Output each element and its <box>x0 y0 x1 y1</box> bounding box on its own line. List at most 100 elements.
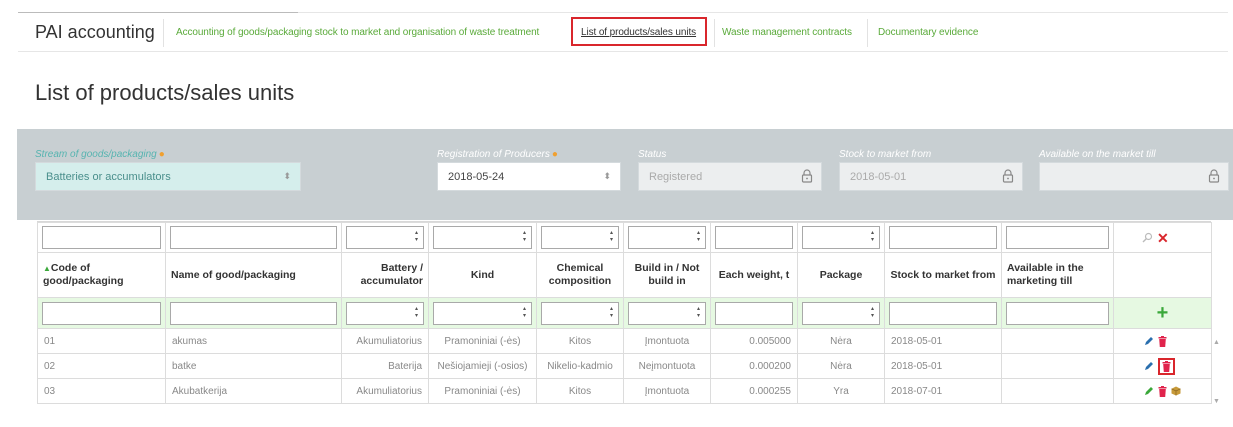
registration-label: Registration of Producers ● <box>437 149 558 160</box>
cell-weight: 0.000255 <box>710 378 798 404</box>
filter-available-input[interactable] <box>1006 226 1109 249</box>
column-header-weight[interactable]: Each weight, t <box>710 252 798 298</box>
nav-separator <box>163 19 164 47</box>
cell-chemical: Kitos <box>536 328 624 354</box>
cell-kind: Pramoniniai (-ės) <box>428 378 537 404</box>
products-table: ✕ ▲Code of good/packaging Name of good/p… <box>37 221 1212 415</box>
app-brand[interactable]: PAI accounting <box>35 22 155 43</box>
filter-stock-from-input[interactable] <box>889 226 997 249</box>
new-weight-input[interactable] <box>715 301 793 325</box>
column-header-package[interactable]: Package <box>797 252 885 298</box>
lock-icon <box>1208 169 1220 183</box>
pencil-icon[interactable] <box>1144 336 1154 346</box>
package-icon[interactable] <box>1171 386 1181 396</box>
cell-stock-from: 2018-05-01 <box>884 328 1002 354</box>
add-row-button[interactable]: + <box>1118 303 1207 323</box>
filter-buildin-select[interactable] <box>628 226 706 249</box>
pencil-icon[interactable] <box>1144 386 1154 396</box>
trash-icon[interactable] <box>1162 360 1171 372</box>
nav-separator <box>714 19 715 47</box>
cell-buildin: Įmontuota <box>623 328 711 354</box>
cell-package: Nėra <box>797 328 885 354</box>
select-caret-icon: ⬍ <box>603 171 611 181</box>
new-chemical-select[interactable] <box>541 301 619 325</box>
cell-package: Yra <box>797 378 885 404</box>
stream-label: Stream of goods/packaging ● <box>35 149 165 160</box>
scroll-up-arrow[interactable]: ▲ <box>1213 339 1220 346</box>
add-row: + <box>37 297 1212 329</box>
filter-kind-select[interactable] <box>433 226 532 249</box>
new-name-input[interactable] <box>170 301 337 325</box>
cell-name: akumas <box>165 328 342 354</box>
cell-code: 01 <box>37 328 166 354</box>
cell-code: 03 <box>37 378 166 404</box>
nav-link-evidence[interactable]: Documentary evidence <box>878 27 978 38</box>
cell-buildin: Įmontuota <box>623 378 711 404</box>
filter-battery-select[interactable] <box>346 226 424 249</box>
lock-icon <box>801 169 813 183</box>
column-header-buildin[interactable]: Build in / Not build in <box>623 252 711 298</box>
column-header-battery[interactable]: Battery / accumulator <box>341 252 429 298</box>
stock-from-field: 2018-05-01 <box>839 162 1023 191</box>
available-till-field <box>1039 162 1229 191</box>
delete-highlight <box>1158 357 1175 375</box>
cell-battery: Akumuliatorius <box>341 378 429 404</box>
new-kind-select[interactable] <box>433 301 532 325</box>
column-filter-row: ✕ <box>37 222 1212 253</box>
cell-kind: Pramoniniai (-ės) <box>428 328 537 354</box>
cell-buildin: Neįmontuota <box>623 353 711 379</box>
cell-chemical: Kitos <box>536 378 624 404</box>
stock-from-label: Stock to market from <box>839 149 932 160</box>
page-title: List of products/sales units <box>35 80 295 105</box>
registration-select[interactable]: 2018-05-24 ⬍ <box>437 162 621 191</box>
cell-weight: 0.005000 <box>710 328 798 354</box>
nav-link-products[interactable]: List of products/sales units <box>581 27 696 38</box>
header-row: ▲Code of good/packaging Name of good/pac… <box>37 252 1212 298</box>
stream-select[interactable]: Batteries or accumulators ⬍ <box>35 162 301 191</box>
top-navigation: PAI accounting Accounting of goods/packa… <box>18 12 1228 52</box>
search-icon[interactable] <box>1142 232 1153 243</box>
nav-link-contracts[interactable]: Waste management contracts <box>722 27 852 38</box>
column-header-name[interactable]: Name of good/packaging <box>165 252 342 298</box>
table-row[interactable]: 02 batke Baterija Nešiojamieji (-osios) … <box>37 353 1212 379</box>
column-header-available[interactable]: Available in the marketing till <box>1001 252 1114 298</box>
new-available-input[interactable] <box>1006 301 1109 325</box>
filter-code-input[interactable] <box>42 226 161 249</box>
cell-available <box>1001 378 1114 404</box>
new-code-input[interactable] <box>42 301 161 325</box>
filter-name-input[interactable] <box>170 226 337 249</box>
lock-icon <box>1002 169 1014 183</box>
cell-kind: Nešiojamieji (-osios) <box>428 353 537 379</box>
new-package-select[interactable] <box>802 301 880 325</box>
nav-link-accounting[interactable]: Accounting of goods/packaging stock to m… <box>176 27 539 38</box>
table-row[interactable]: 03 Akubatkerija Akumuliatorius Pramonini… <box>37 378 1212 404</box>
column-header-stock-from[interactable]: Stock to market from <box>884 252 1002 298</box>
scroll-down-arrow[interactable]: ▼ <box>1213 398 1220 405</box>
column-header-chemical[interactable]: Chemical composition <box>536 252 624 298</box>
table-row[interactable]: 01 akumas Akumuliatorius Pramoniniai (-ė… <box>37 328 1212 354</box>
clear-filter-icon[interactable]: ✕ <box>1157 231 1169 245</box>
cell-stock-from: 2018-07-01 <box>884 378 1002 404</box>
filter-weight-input[interactable] <box>715 226 793 249</box>
cell-name: batke <box>165 353 342 379</box>
filter-package-select[interactable] <box>802 226 880 249</box>
column-header-actions <box>1113 252 1212 298</box>
cell-chemical: Nikelio-kadmio <box>536 353 624 379</box>
cell-stock-from: 2018-05-01 <box>884 353 1002 379</box>
pencil-icon[interactable] <box>1144 361 1154 371</box>
cell-code: 02 <box>37 353 166 379</box>
trash-icon[interactable] <box>1158 335 1167 347</box>
cell-battery: Baterija <box>341 353 429 379</box>
column-header-code[interactable]: ▲Code of good/packaging <box>37 252 166 298</box>
column-header-kind[interactable]: Kind <box>428 252 537 298</box>
cell-available <box>1001 353 1114 379</box>
status-field: Registered <box>638 162 822 191</box>
trash-icon[interactable] <box>1158 385 1167 397</box>
status-label: Status <box>638 149 667 160</box>
cell-weight: 0.000200 <box>710 353 798 379</box>
new-buildin-select[interactable] <box>628 301 706 325</box>
cell-package: Nėra <box>797 353 885 379</box>
filter-chemical-select[interactable] <box>541 226 619 249</box>
new-battery-select[interactable] <box>346 301 424 325</box>
new-stock-from-input[interactable] <box>889 301 997 325</box>
